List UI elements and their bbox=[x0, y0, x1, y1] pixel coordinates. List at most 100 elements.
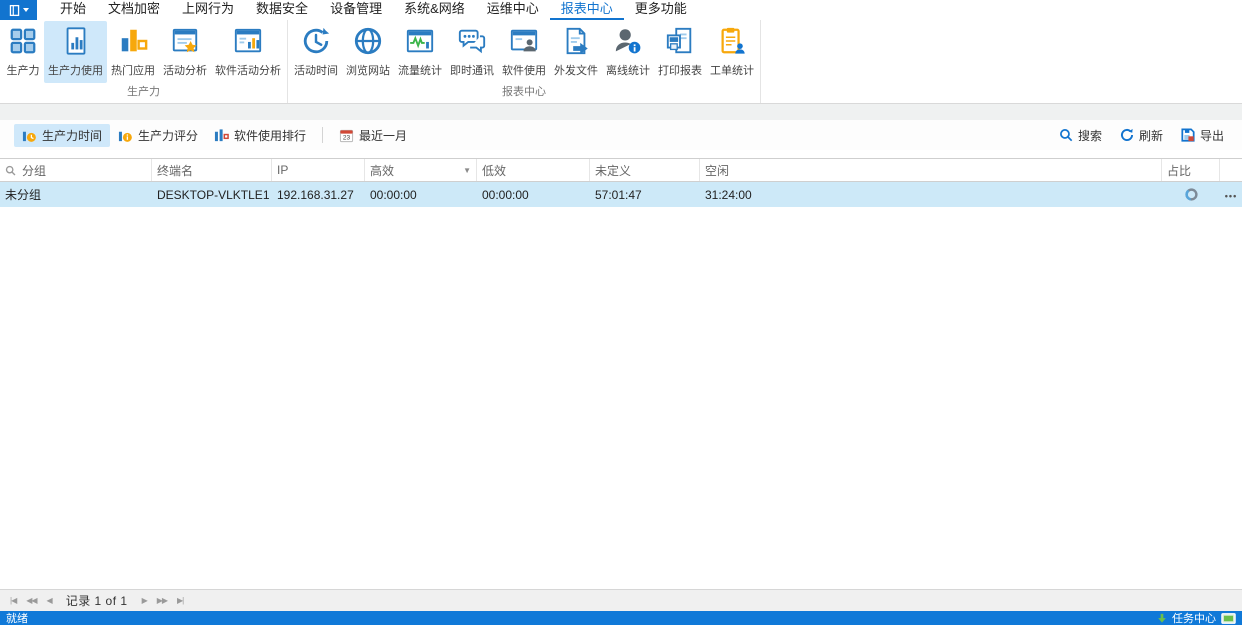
calendar-icon: 23 bbox=[339, 128, 354, 143]
ribbon-button-activity-analysis[interactable]: 活动分析 bbox=[159, 21, 211, 83]
menu-tab-data-security[interactable]: 数据安全 bbox=[245, 0, 319, 20]
search-icon bbox=[1059, 128, 1073, 142]
column-header-efficient[interactable]: 高效 ▼ bbox=[365, 159, 477, 181]
export-icon bbox=[1181, 128, 1195, 142]
menu-tab-ops-center[interactable]: 运维中心 bbox=[476, 0, 550, 20]
pager-fast-next-button[interactable]: ▶▶ bbox=[153, 596, 171, 605]
cell-group: 未分组 bbox=[0, 186, 152, 203]
column-search-icon bbox=[5, 165, 16, 176]
menu-tab-more-features[interactable]: 更多功能 bbox=[624, 0, 698, 20]
export-label: 导出 bbox=[1200, 127, 1224, 144]
ribbon-button-outgoing-files[interactable]: 外发文件 bbox=[550, 21, 602, 83]
date-range-button[interactable]: 23 最近一月 bbox=[331, 124, 415, 147]
pager-fast-prev-button[interactable]: ◀◀ bbox=[22, 596, 40, 605]
app-menu-icon bbox=[8, 4, 21, 17]
ribbon-button-label: 活动分析 bbox=[163, 62, 207, 78]
ribbon-button-software-activity-analysis[interactable]: 软件活动分析 bbox=[211, 21, 285, 83]
column-header-group[interactable]: 分组 bbox=[0, 159, 152, 181]
pager-next-button[interactable]: ▶ bbox=[138, 596, 151, 605]
menu-tab-report-center[interactable]: 报表中心 bbox=[550, 0, 624, 20]
ribbon-button-label: 流量统计 bbox=[398, 62, 442, 78]
download-arrow-icon bbox=[1157, 613, 1167, 624]
ribbon-group-label-report-center: 报表中心 bbox=[290, 83, 758, 103]
column-header-ip[interactable]: IP bbox=[272, 159, 365, 181]
ribbon-button-label: 活动时间 bbox=[294, 62, 338, 78]
menu-tab-home[interactable]: 开始 bbox=[49, 0, 97, 20]
software-ranking-icon bbox=[214, 128, 229, 143]
view-button-productivity-score[interactable]: 生产力评分 bbox=[110, 124, 206, 147]
status-bar: 就绪 任务中心 bbox=[0, 611, 1242, 625]
ribbon-button-work-order-stats[interactable]: 工单统计 bbox=[706, 21, 758, 83]
ribbon-button-offline-stats[interactable]: 离线统计 bbox=[602, 21, 654, 83]
pager-record-text: 记录 1 of 1 bbox=[66, 592, 128, 609]
menu-tab-web-behavior[interactable]: 上网行为 bbox=[171, 0, 245, 20]
ribbon-button-label: 热门应用 bbox=[111, 62, 155, 78]
column-header-idle[interactable]: 空闲 bbox=[700, 159, 1162, 181]
export-button[interactable]: 导出 bbox=[1173, 124, 1232, 147]
ribbon-button-label: 生产力 bbox=[7, 62, 40, 78]
refresh-button[interactable]: 刷新 bbox=[1112, 124, 1171, 147]
date-range-label: 最近一月 bbox=[359, 127, 407, 144]
column-header-blank bbox=[1220, 159, 1242, 181]
ribbon-button-browse-websites[interactable]: 浏览网站 bbox=[342, 21, 394, 83]
column-header-undefined[interactable]: 未定义 bbox=[590, 159, 700, 181]
ribbon-button-productivity[interactable]: 生产力 bbox=[2, 21, 44, 83]
view-button-productivity-time[interactable]: 生产力时间 bbox=[14, 124, 110, 147]
menu-tabs: 开始 文档加密 上网行为 数据安全 设备管理 系统&网络 运维中心 报表中心 更… bbox=[49, 0, 698, 20]
refresh-icon bbox=[1120, 128, 1134, 142]
cell-inefficient: 00:00:00 bbox=[477, 188, 590, 202]
ribbon-button-label: 外发文件 bbox=[554, 62, 598, 78]
menu-tab-system-network[interactable]: 系统&网络 bbox=[393, 0, 476, 20]
view-button-label: 生产力时间 bbox=[42, 127, 102, 144]
column-header-ratio[interactable]: 占比 bbox=[1162, 159, 1220, 181]
productivity-usage-icon bbox=[59, 24, 93, 58]
toolbar-separator bbox=[322, 127, 323, 143]
column-header-terminal[interactable]: 终端名 bbox=[152, 159, 272, 181]
ribbon-button-traffic-stats[interactable]: 流量统计 bbox=[394, 21, 446, 83]
ribbon-button-label: 生产力使用 bbox=[48, 62, 103, 78]
column-header-inefficient[interactable]: 低效 bbox=[477, 159, 590, 181]
task-center-button[interactable]: 任务中心 bbox=[1157, 610, 1236, 625]
pager-prev-button[interactable]: ◀ bbox=[43, 596, 56, 605]
ribbon-button-software-usage[interactable]: 软件使用 bbox=[498, 21, 550, 83]
ribbon-group-label-productivity: 生产力 bbox=[2, 83, 285, 103]
column-header-label: 分组 bbox=[22, 162, 46, 179]
productivity-time-icon bbox=[22, 128, 37, 143]
menu-tab-doc-encryption[interactable]: 文档加密 bbox=[97, 0, 171, 20]
ribbon-button-hot-apps[interactable]: 热门应用 bbox=[107, 21, 159, 83]
pager-bar: |◀ ◀◀ ◀ 记录 1 of 1 ▶ ▶▶ ▶| bbox=[0, 589, 1242, 611]
productivity-grid-icon bbox=[6, 24, 40, 58]
status-text: 就绪 bbox=[6, 610, 28, 625]
ribbon-button-print-report[interactable]: 打印报表 bbox=[654, 21, 706, 83]
ribbon-button-activity-time[interactable]: 活动时间 bbox=[290, 21, 342, 83]
row-more-button[interactable]: ••• bbox=[1220, 188, 1242, 202]
cell-terminal: DESKTOP-VLKTLE1 bbox=[152, 188, 272, 202]
ribbon-button-productivity-usage[interactable]: 生产力使用 bbox=[44, 21, 107, 83]
productivity-score-icon bbox=[118, 128, 133, 143]
column-header-label: IP bbox=[277, 163, 288, 177]
pager-last-button[interactable]: ▶| bbox=[173, 596, 187, 605]
app-window: 开始 文档加密 上网行为 数据安全 设备管理 系统&网络 运维中心 报表中心 更… bbox=[0, 0, 1242, 625]
cell-idle: 31:24:00 bbox=[700, 188, 1162, 202]
menu-tab-device-management[interactable]: 设备管理 bbox=[319, 0, 393, 20]
view-button-label: 生产力评分 bbox=[138, 127, 198, 144]
pager-first-button[interactable]: |◀ bbox=[6, 596, 20, 605]
ribbon-group-report-center: 活动时间 浏览网站 流量统计 bbox=[288, 20, 761, 103]
cell-efficient: 00:00:00 bbox=[365, 188, 477, 202]
cell-undefined: 57:01:47 bbox=[590, 188, 700, 202]
ribbon-button-label: 即时通讯 bbox=[450, 62, 494, 78]
task-center-label: 任务中心 bbox=[1172, 610, 1216, 625]
column-header-label: 低效 bbox=[482, 162, 506, 179]
app-menu-button[interactable] bbox=[0, 0, 37, 20]
browse-websites-icon bbox=[351, 24, 385, 58]
view-toolbar: 生产力时间 生产力评分 软件使用排行 23 最近一月 bbox=[0, 120, 1242, 150]
column-header-label: 高效 bbox=[370, 162, 394, 179]
report-grid: 分组 终端名 IP 高效 ▼ 低效 未定义 空闲 占比 未分组 DESKTOP-… bbox=[0, 150, 1242, 589]
search-button[interactable]: 搜索 bbox=[1051, 124, 1110, 147]
ribbon-button-instant-messaging[interactable]: 即时通讯 bbox=[446, 21, 498, 83]
filter-dropdown-icon[interactable]: ▼ bbox=[463, 166, 471, 175]
table-row[interactable]: 未分组 DESKTOP-VLKTLE1 192.168.31.27 00:00:… bbox=[0, 182, 1242, 207]
column-header-label: 占比 bbox=[1167, 162, 1191, 179]
view-button-software-usage-ranking[interactable]: 软件使用排行 bbox=[206, 124, 314, 147]
monitor-icon bbox=[1221, 613, 1236, 624]
